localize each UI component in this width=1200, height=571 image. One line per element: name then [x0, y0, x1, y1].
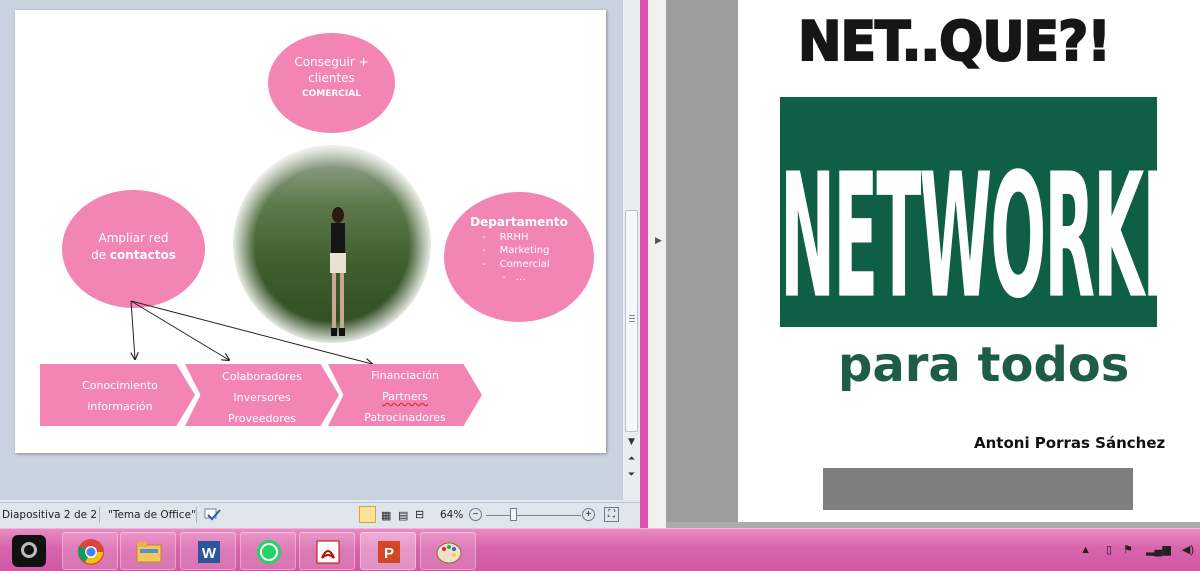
document-page: NET..QUE?! NETWORKING para todos Antoni …	[738, 0, 1200, 522]
document-subtitle: para todos	[838, 337, 1130, 393]
system-tray: ▲ ▯ ⚑ ▂▄▆ ◀)	[1080, 543, 1194, 556]
vertical-scrollbar[interactable]: ▼ ⏶ ⏷	[622, 0, 640, 500]
device-icon[interactable]: ▯	[1106, 544, 1112, 556]
taskbar-acrobat[interactable]	[299, 532, 355, 570]
taskbar-powerpoint[interactable]: P	[360, 532, 416, 570]
whatsapp-icon	[257, 540, 281, 564]
network-signal-icon[interactable]: ▂▄▆	[1146, 544, 1171, 556]
windows-taskbar: W P ▲ ▯ ⚑ ▂▄▆ ◀)	[0, 528, 1200, 571]
chrome-icon	[77, 539, 104, 565]
theme-name: "Tema de Office"	[108, 509, 196, 521]
slide-canvas[interactable]: Conseguir + clientes COMERCIAL Ampliar r…	[15, 10, 606, 453]
viewer-margin	[666, 0, 738, 522]
paint-palette-icon	[436, 542, 462, 564]
gray-block	[823, 468, 1133, 510]
taskbar-file-explorer[interactable]	[120, 532, 176, 570]
slide-sorter-icon[interactable]: ▦	[381, 509, 391, 522]
svg-text:W: W	[202, 545, 217, 562]
taskbar-whatsapp[interactable]	[240, 532, 296, 570]
zoom-in-icon[interactable]: +	[582, 508, 595, 521]
zoom-slider-track[interactable]	[486, 515, 581, 516]
volume-icon[interactable]: ◀)	[1182, 544, 1194, 556]
zoom-level[interactable]: 64%	[440, 509, 463, 521]
taskbar-chrome[interactable]	[62, 532, 118, 570]
document-author: Antoni Porras Sánchez	[974, 434, 1166, 452]
camera-app-icon[interactable]	[12, 535, 46, 567]
svg-text:P: P	[384, 545, 394, 562]
zoom-slider-thumb[interactable]	[510, 508, 517, 521]
fit-to-window-icon[interactable]: ⛶	[604, 507, 619, 522]
previous-slide-icon[interactable]: ⏶	[625, 452, 638, 466]
chevron-financiacion-text: Financiación Partners Patrocinadores	[364, 369, 446, 424]
pane-splitter[interactable]: ▶	[648, 0, 666, 528]
taskbar-word[interactable]: W	[180, 532, 236, 570]
powerpoint-window: Conseguir + clientes COMERCIAL Ampliar r…	[0, 0, 648, 528]
chevron-conocimiento-text: Conocimiento información	[82, 379, 158, 413]
reading-view-icon[interactable]: ▤	[398, 509, 408, 522]
status-bar: Diapositiva 2 de 2 "Tema de Office" ▦ ▤ …	[0, 502, 640, 528]
action-center-flag-icon[interactable]: ⚑	[1123, 544, 1133, 556]
show-hidden-icons[interactable]: ▲	[1080, 544, 1091, 556]
networking-word: NETWORKING	[780, 137, 1157, 327]
scroll-down-icon[interactable]: ▼	[625, 435, 638, 449]
slide-counter: Diapositiva 2 de 2	[2, 509, 98, 521]
expand-arrow-icon[interactable]: ▶	[655, 235, 662, 246]
networking-banner: NETWORKING	[780, 97, 1157, 327]
chevron-colaboradores-text: Colaboradores Inversores Proveedores	[222, 370, 302, 425]
normal-view-icon[interactable]	[359, 506, 376, 523]
taskbar-paint[interactable]	[420, 532, 476, 570]
acrobat-icon	[316, 540, 340, 564]
slide-editing-area: Conseguir + clientes COMERCIAL Ampliar r…	[0, 0, 622, 500]
scrollbar-thumb[interactable]	[625, 210, 638, 432]
document-title: NET..QUE?!	[797, 9, 1112, 74]
word-icon: W	[198, 541, 220, 563]
spellcheck-icon[interactable]	[204, 508, 222, 522]
folder-icon	[136, 542, 162, 563]
powerpoint-icon: P	[378, 541, 400, 563]
window-border	[640, 0, 648, 528]
next-slide-icon[interactable]: ⏷	[625, 468, 638, 482]
slideshow-icon[interactable]: ⊟	[415, 508, 424, 521]
zoom-out-icon[interactable]: −	[469, 508, 482, 521]
